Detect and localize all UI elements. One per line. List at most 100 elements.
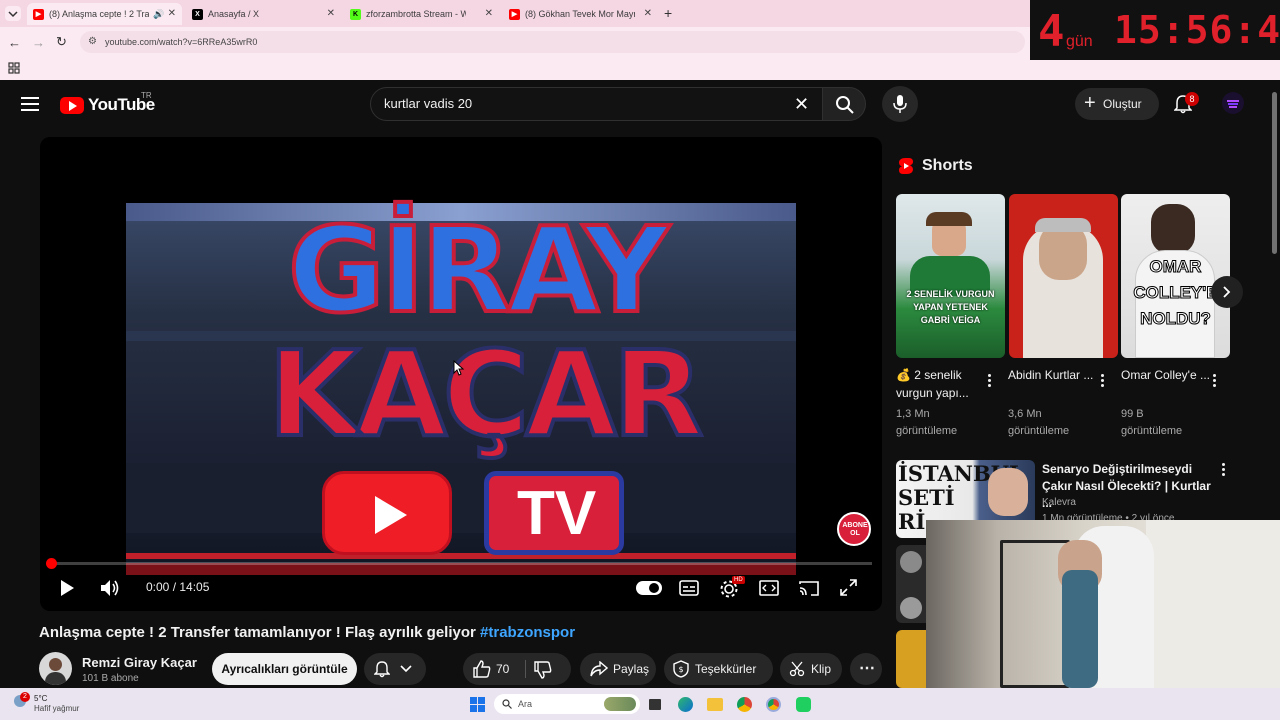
voice-search-button[interactable] (882, 86, 918, 122)
clear-search-icon[interactable]: ✕ (794, 88, 809, 120)
thumbs-down-icon[interactable] (534, 661, 552, 679)
close-tab-icon[interactable]: ✕ (644, 8, 652, 19)
fullscreen-icon[interactable] (840, 579, 857, 596)
countdown-clock: 15:56:45 (1114, 8, 1280, 52)
short-views-count: 3,6 Mn (1008, 408, 1042, 420)
search-button[interactable] (822, 87, 866, 121)
toolbar-strip (1030, 60, 1280, 80)
tab-title: zforzambrotta Stream - Watch I (366, 9, 466, 19)
cursor-arrow-icon (453, 359, 465, 376)
short-views-count: 99 B (1121, 408, 1144, 420)
kick-icon: K (350, 8, 361, 20)
video-hashtag[interactable]: #trabzonspor (480, 624, 575, 641)
cast-icon[interactable] (799, 580, 819, 596)
short-thumbnail-2[interactable] (1009, 194, 1118, 358)
short-menu-icon[interactable] (1213, 374, 1217, 388)
countdown-days-label: gün (1066, 33, 1093, 50)
short-title-1[interactable]: 💰 2 senelik vurgun yapı... (896, 366, 986, 402)
short-title-2[interactable]: Abidin Kurtlar ... (1008, 366, 1098, 384)
related-video-thumbnail-2[interactable] (896, 545, 926, 623)
channel-name[interactable]: Remzi Giray Kaçar (82, 655, 197, 670)
play-icon[interactable] (59, 579, 75, 597)
chrome-profile-icon[interactable] (766, 697, 781, 712)
super-thanks-icon: $ (673, 660, 689, 678)
tab-search-button[interactable] (5, 6, 21, 21)
site-info-icon[interactable]: ⚙ (88, 31, 97, 53)
windows-start-icon[interactable] (470, 697, 485, 712)
chevron-down-icon (400, 665, 412, 673)
autoplay-toggle[interactable] (636, 581, 662, 595)
short-thumbnail-3[interactable]: OMAR COLLEY'E NOLDU? (1121, 194, 1230, 358)
chrome-icon[interactable] (737, 697, 752, 712)
svg-text:$: $ (679, 665, 684, 674)
create-button[interactable]: + Oluştur (1075, 88, 1159, 120)
short-title-3[interactable]: Omar Colley'e ... (1121, 366, 1211, 384)
reload-icon[interactable]: ↻ (56, 34, 67, 50)
short-menu-icon[interactable] (1101, 374, 1105, 388)
search-input[interactable]: kurtlar vadis 20 ✕ (370, 87, 824, 121)
short-menu-icon[interactable] (988, 374, 992, 388)
clip-button[interactable]: Klip (780, 653, 842, 685)
address-input[interactable]: ⚙ youtube.com/watch?v=6RReA35wrR0 (80, 31, 1025, 53)
back-icon[interactable]: ← (8, 35, 21, 50)
shorts-logo-icon (899, 158, 913, 174)
speaker-icon[interactable]: 🔊 (153, 9, 164, 20)
more-actions-button[interactable]: ⋯ (850, 653, 882, 685)
tab-kick[interactable]: K zforzambrotta Stream - Watch I ✕ (344, 3, 499, 25)
new-tab-button[interactable]: + (664, 5, 672, 21)
scissors-icon (789, 661, 805, 677)
volume-icon[interactable] (100, 579, 120, 597)
thanks-label: Teşekkürler (695, 662, 757, 676)
video-player[interactable]: GİRAY KAÇAR TV ABONE OL 0:00 / 14:05 HD (40, 137, 882, 611)
related-video-thumbnail-3[interactable] (896, 630, 926, 688)
hd-badge: HD (732, 576, 745, 584)
close-tab-icon[interactable]: ✕ (485, 8, 493, 19)
youtube-icon: ▶ (33, 8, 44, 20)
address-bar-row: ← → ↻ ⚙ youtube.com/watch?v=6RReA35wrR0 (0, 27, 1030, 57)
close-tab-icon[interactable]: ✕ (327, 8, 335, 19)
progress-bar[interactable] (50, 562, 872, 565)
short-thumbnail-1[interactable]: 2 SENELİK VURGUN YAPAN YETENEK GABRİ VEİ… (896, 194, 1005, 358)
tab-title: (8) Gökhan Tevek Mor Maymun (525, 9, 635, 19)
plus-icon: + (1084, 92, 1096, 114)
windows-taskbar (0, 688, 1280, 720)
apps-grid-icon[interactable] (8, 62, 20, 74)
miniplayer-icon[interactable] (759, 580, 779, 596)
channel-avatar-logo-icon (1227, 100, 1239, 108)
related-menu-icon[interactable] (1222, 463, 1226, 477)
search-icon (836, 96, 854, 114)
edge-icon[interactable] (678, 697, 693, 712)
like-button[interactable]: 70 (463, 653, 525, 685)
short-views-count: 1,3 Mn (896, 408, 930, 420)
menu-icon[interactable] (21, 96, 39, 112)
close-tab-icon[interactable]: ✕ (168, 8, 176, 19)
join-button[interactable]: Ayrıcalıkları görüntüle (212, 653, 357, 685)
streaming-app-icon[interactable] (796, 697, 811, 712)
avatar[interactable] (1222, 92, 1244, 114)
weather-widget[interactable]: 2 5°C Hafif yağmur (8, 692, 98, 716)
more-horizontal-icon: ⋯ (859, 660, 875, 677)
youtube-logo-icon[interactable] (60, 97, 84, 114)
forward-icon[interactable]: → (32, 35, 45, 50)
page-scrollbar[interactable] (1272, 92, 1277, 254)
tab-youtube-2[interactable]: ▶ (8) Gökhan Tevek Mor Maymun ✕ (503, 3, 658, 25)
tab-youtube-video[interactable]: ▶ (8) Anlaşma cepte ! 2 Transf 🔊 ✕ (27, 3, 182, 25)
subscribe-overlay-text: ABONE OL (842, 522, 868, 537)
subscribe-overlay-badge[interactable]: ABONE OL (837, 512, 871, 546)
task-view-icon[interactable] (649, 699, 661, 710)
subscribed-notification-button[interactable] (364, 653, 426, 685)
thanks-button[interactable]: $ Teşekkürler (664, 653, 773, 685)
file-explorer-icon[interactable] (707, 698, 723, 711)
thumbnail-youtube-play-icon (322, 471, 452, 555)
progress-scrubber[interactable] (46, 558, 57, 569)
like-count: 70 (496, 662, 510, 676)
channel-avatar[interactable] (39, 652, 72, 685)
shorts-next-button[interactable] (1211, 276, 1243, 308)
subtitles-icon[interactable] (679, 580, 699, 596)
bookmarks-bar (0, 57, 1030, 80)
taskbar-search[interactable]: Ara (494, 694, 640, 714)
tab-x[interactable]: X Anasayfa / X ✕ (186, 3, 341, 25)
related-channel[interactable]: Kalevra (1042, 497, 1076, 508)
share-button[interactable]: Paylaş (580, 653, 656, 685)
short-overlay-text: 2 SENELİK VURGUN YAPAN YETENEK GABRİ VEİ… (906, 289, 995, 325)
